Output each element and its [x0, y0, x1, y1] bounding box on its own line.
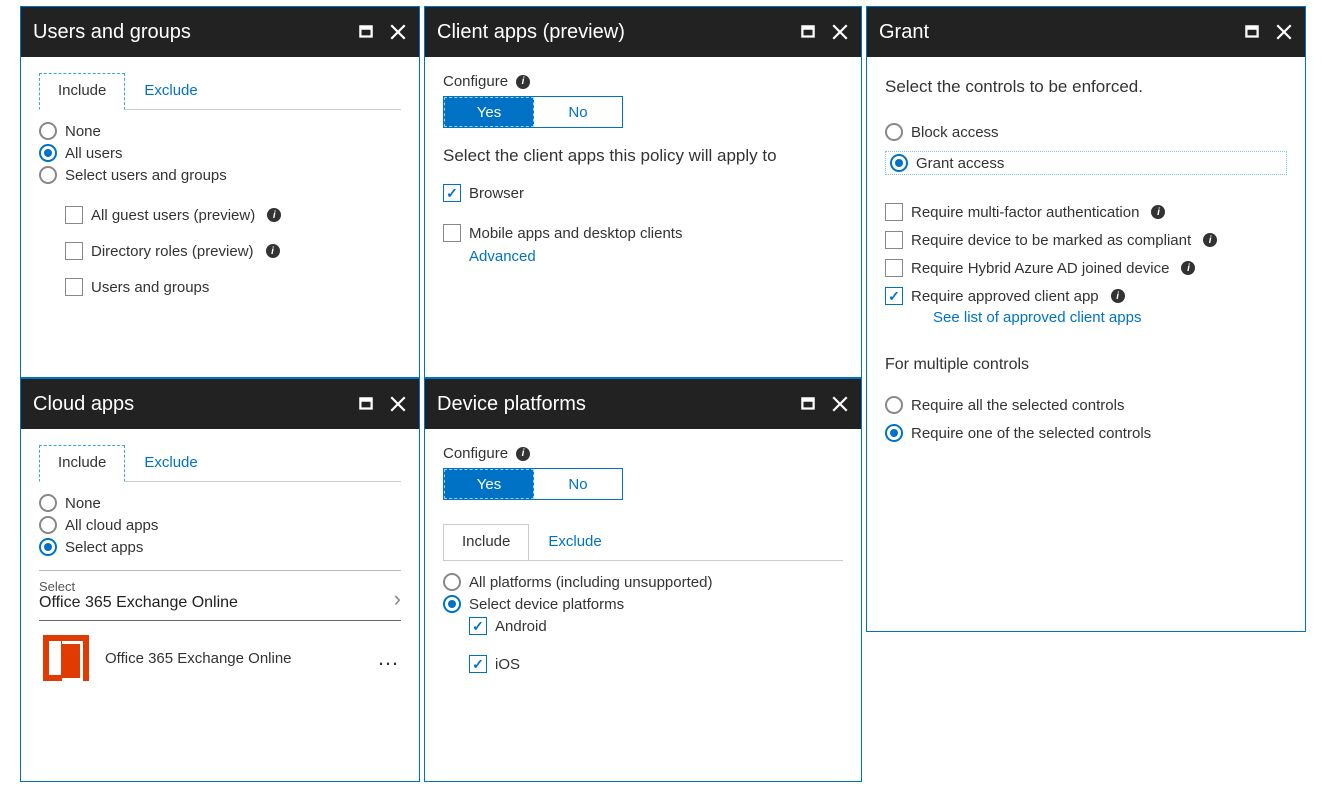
radio-require-all[interactable]: Require all the selected controls [885, 396, 1287, 414]
close-icon[interactable] [1275, 23, 1293, 41]
panel-cloud-apps: Cloud apps Include Exclude None All clou… [20, 378, 420, 782]
radio-select-users[interactable]: Select users and groups [39, 166, 401, 184]
panel-title: Users and groups [33, 21, 191, 44]
tab-exclude[interactable]: Exclude [125, 445, 216, 481]
tab-exclude[interactable]: Exclude [125, 73, 216, 109]
grant-heading: Select the controls to be enforced. [885, 77, 1287, 97]
office-logo-icon [43, 635, 89, 681]
close-icon[interactable] [389, 23, 407, 41]
panel-device-platforms: Device platforms Configure Yes No Includ… [424, 378, 862, 782]
radio-select-apps[interactable]: Select apps [39, 538, 401, 556]
check-ios[interactable]: iOS [469, 655, 843, 673]
radio-grant-access[interactable]: Grant access [885, 151, 1287, 175]
check-require-mfa[interactable]: Require multi-factor authentication [885, 203, 1287, 221]
close-icon[interactable] [831, 23, 849, 41]
info-icon[interactable] [1151, 205, 1165, 219]
toggle-yes[interactable]: Yes [444, 469, 534, 499]
check-users-and-groups[interactable]: Users and groups [65, 278, 401, 296]
select-label: Select [39, 579, 238, 594]
radio-none[interactable]: None [39, 122, 401, 140]
radio-select-platforms[interactable]: Select device platforms [443, 595, 843, 613]
approved-apps-link[interactable]: See list of approved client apps [933, 309, 1287, 326]
tab-include[interactable]: Include [39, 73, 125, 110]
tab-include[interactable]: Include [443, 524, 529, 561]
panel-body: Include Exclude None All users Select us… [21, 57, 419, 316]
panel-body: Configure Yes No Include Exclude All pla… [425, 429, 861, 693]
configure-toggle[interactable]: Yes No [443, 96, 623, 128]
tabs: Include Exclude [39, 73, 401, 110]
panel-header: Device platforms [425, 379, 861, 429]
close-icon[interactable] [831, 395, 849, 413]
info-icon[interactable] [1181, 261, 1195, 275]
info-icon[interactable] [266, 244, 280, 258]
check-require-hybrid[interactable]: Require Hybrid Azure AD joined device [885, 259, 1287, 277]
toggle-no[interactable]: No [534, 97, 622, 127]
toggle-no[interactable]: No [534, 469, 622, 499]
panel-title: Device platforms [437, 393, 586, 416]
advanced-link[interactable]: Advanced [469, 248, 843, 265]
restore-window-icon[interactable] [357, 395, 375, 413]
app-item-label: Office 365 Exchange Online [105, 650, 361, 667]
check-directory-roles[interactable]: Directory roles (preview) [65, 242, 401, 260]
tabs: Include Exclude [39, 445, 401, 482]
radio-none[interactable]: None [39, 494, 401, 512]
panel-header: Users and groups [21, 7, 419, 57]
info-icon[interactable] [1203, 233, 1217, 247]
check-require-approved-app[interactable]: Require approved client app [885, 287, 1287, 305]
panel-title: Client apps (preview) [437, 21, 625, 44]
restore-window-icon[interactable] [799, 395, 817, 413]
info-icon[interactable] [516, 447, 530, 461]
chevron-right-icon: › [394, 586, 401, 612]
check-guest-users[interactable]: All guest users (preview) [65, 206, 401, 224]
configure-toggle[interactable]: Yes No [443, 468, 623, 500]
check-browser[interactable]: Browser [443, 184, 843, 202]
info-icon[interactable] [267, 208, 281, 222]
check-mobile-desktop[interactable]: Mobile apps and desktop clients [443, 224, 843, 242]
select-value: Office 365 Exchange Online [39, 594, 238, 612]
panel-client-apps: Client apps (preview) Configure Yes No S… [424, 6, 862, 378]
tab-include[interactable]: Include [39, 445, 125, 482]
check-require-compliant[interactable]: Require device to be marked as compliant [885, 231, 1287, 249]
panel-body: Include Exclude None All cloud apps Sele… [21, 429, 419, 701]
panel-body: Configure Yes No Select the client apps … [425, 57, 861, 281]
restore-window-icon[interactable] [357, 23, 375, 41]
toggle-yes[interactable]: Yes [444, 97, 534, 127]
restore-window-icon[interactable] [1243, 23, 1261, 41]
panel-header: Cloud apps [21, 379, 419, 429]
panel-header: Client apps (preview) [425, 7, 861, 57]
radio-all-platforms[interactable]: All platforms (including unsupported) [443, 573, 843, 591]
panel-title: Cloud apps [33, 393, 134, 416]
radio-all-cloud-apps[interactable]: All cloud apps [39, 516, 401, 534]
panel-users-and-groups: Users and groups Include Exclude None Al… [20, 6, 420, 378]
info-icon[interactable] [516, 75, 530, 89]
restore-window-icon[interactable] [799, 23, 817, 41]
selected-app-item[interactable]: Office 365 Exchange Online … [39, 621, 401, 685]
radio-require-one[interactable]: Require one of the selected controls [885, 424, 1287, 442]
configure-label: Configure [443, 73, 508, 90]
select-apps-picker[interactable]: Select Office 365 Exchange Online › [39, 570, 401, 621]
panel-title: Grant [879, 21, 929, 44]
panel-body: Select the controls to be enforced. Bloc… [867, 57, 1305, 468]
info-icon[interactable] [1111, 289, 1125, 303]
panel-grant: Grant Select the controls to be enforced… [866, 6, 1306, 632]
tab-exclude[interactable]: Exclude [529, 524, 620, 560]
radio-block-access[interactable]: Block access [885, 123, 1287, 141]
more-icon[interactable]: … [377, 645, 401, 671]
panel-header: Grant [867, 7, 1305, 57]
check-android[interactable]: Android [469, 617, 843, 635]
multiple-controls-heading: For multiple controls [885, 356, 1287, 374]
close-icon[interactable] [389, 395, 407, 413]
tabs: Include Exclude [443, 524, 843, 561]
radio-all-users[interactable]: All users [39, 144, 401, 162]
client-apps-heading: Select the client apps this policy will … [443, 146, 843, 166]
configure-label: Configure [443, 445, 508, 462]
